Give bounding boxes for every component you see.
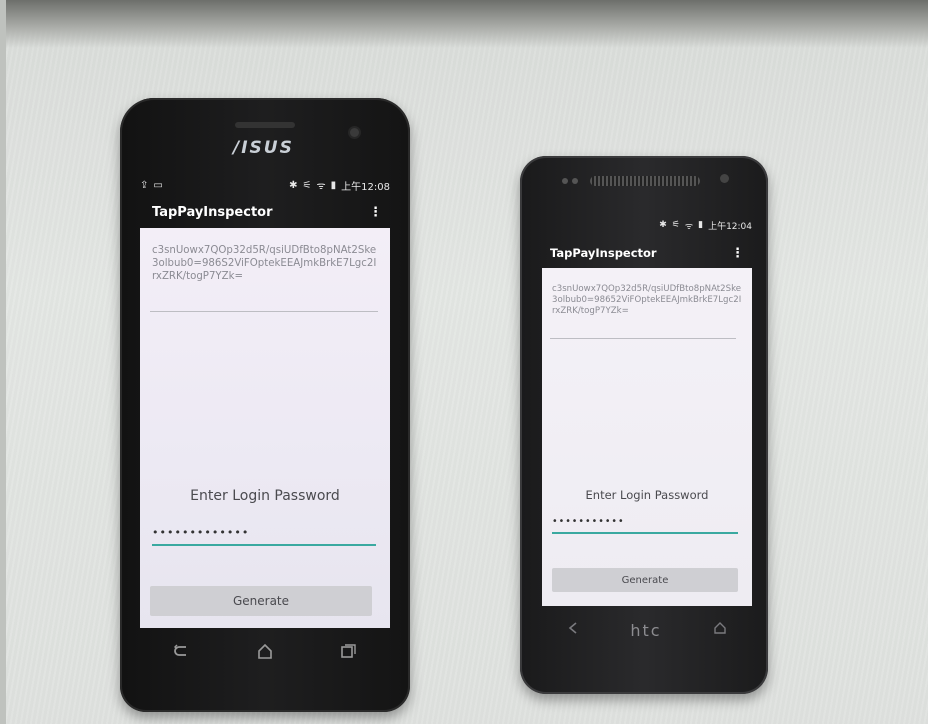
clock: 上午12:04: [708, 221, 752, 232]
clock: 上午12:08: [341, 181, 390, 193]
front-camera: [720, 174, 729, 183]
app-screen: c3snUowx7QOp32d5R/qsiUDfBto8pNAt2Ske3olb…: [542, 268, 752, 606]
hash-text: c3snUowx7QOp32d5R/qsiUDfBto8pNAt2Ske3olb…: [552, 284, 742, 316]
asus-phone: /ISUS ⇪ ▭ ✱ ⚟ ᯤ ▮ 上午12:08 TapPayInspecto…: [120, 98, 410, 712]
password-input[interactable]: •••••••••••: [552, 516, 738, 534]
asus-logo: /ISUS: [233, 138, 294, 158]
hash-underline: [150, 311, 378, 312]
app-screen: c3snUowx7QOp32d5R/qsiUDfBto8pNAt2Ske3olb…: [140, 228, 390, 628]
htc-logo: htc: [630, 620, 662, 640]
upload-icon: ⇪: [140, 179, 149, 191]
bluetooth-icon: ✱: [289, 179, 298, 191]
password-prompt: Enter Login Password: [585, 488, 709, 502]
mute-icon: ⚟: [671, 220, 680, 230]
generate-button[interactable]: Generate: [150, 586, 372, 616]
wifi-icon: ᯤ: [316, 181, 326, 192]
proximity-sensor: [562, 178, 568, 184]
app-title: TapPayInspector: [152, 204, 273, 220]
back-icon[interactable]: [568, 622, 578, 638]
navigation-bar: htc: [542, 618, 752, 642]
hash-underline: [550, 338, 736, 339]
status-bar: ✱ ⚟ ᯤ ▮ 上午12:04: [542, 216, 752, 234]
home-icon[interactable]: [257, 643, 273, 663]
recents-icon[interactable]: [341, 644, 356, 662]
bluetooth-icon: ✱: [659, 220, 667, 230]
app-title: TapPayInspector: [550, 246, 657, 260]
front-camera: [350, 128, 359, 137]
battery-icon: ▮: [698, 220, 704, 230]
hash-text: c3snUowx7QOp32d5R/qsiUDfBto8pNAt2Ske3olb…: [152, 245, 377, 282]
mute-icon: ⚟: [302, 179, 312, 191]
left-edge: [0, 0, 6, 724]
screenshot-icon: ▭: [153, 179, 163, 191]
boomsound-speaker: [590, 176, 700, 186]
password-input[interactable]: •••••••••••••: [152, 526, 376, 546]
htc-phone: ✱ ⚟ ᯤ ▮ 上午12:04 TapPayInspector ⋮ c3snUo…: [520, 156, 768, 694]
top-shadow: [0, 0, 928, 48]
status-bar: ⇪ ▭ ✱ ⚟ ᯤ ▮ 上午12:08: [140, 174, 390, 196]
light-sensor: [572, 178, 578, 184]
back-icon[interactable]: [173, 644, 190, 662]
app-bar: TapPayInspector ⋮: [542, 240, 752, 266]
battery-icon: ▮: [330, 179, 337, 191]
signal-icon: ᯤ: [684, 221, 694, 232]
earpiece-speaker: [235, 122, 295, 128]
navigation-bar: [140, 638, 390, 668]
password-prompt: Enter Login Password: [190, 488, 340, 504]
home-icon[interactable]: [714, 622, 726, 638]
overflow-menu-icon[interactable]: ⋮: [369, 205, 382, 220]
generate-button[interactable]: Generate: [552, 568, 738, 592]
app-bar: TapPayInspector ⋮: [140, 198, 390, 226]
overflow-menu-icon[interactable]: ⋮: [731, 246, 744, 261]
